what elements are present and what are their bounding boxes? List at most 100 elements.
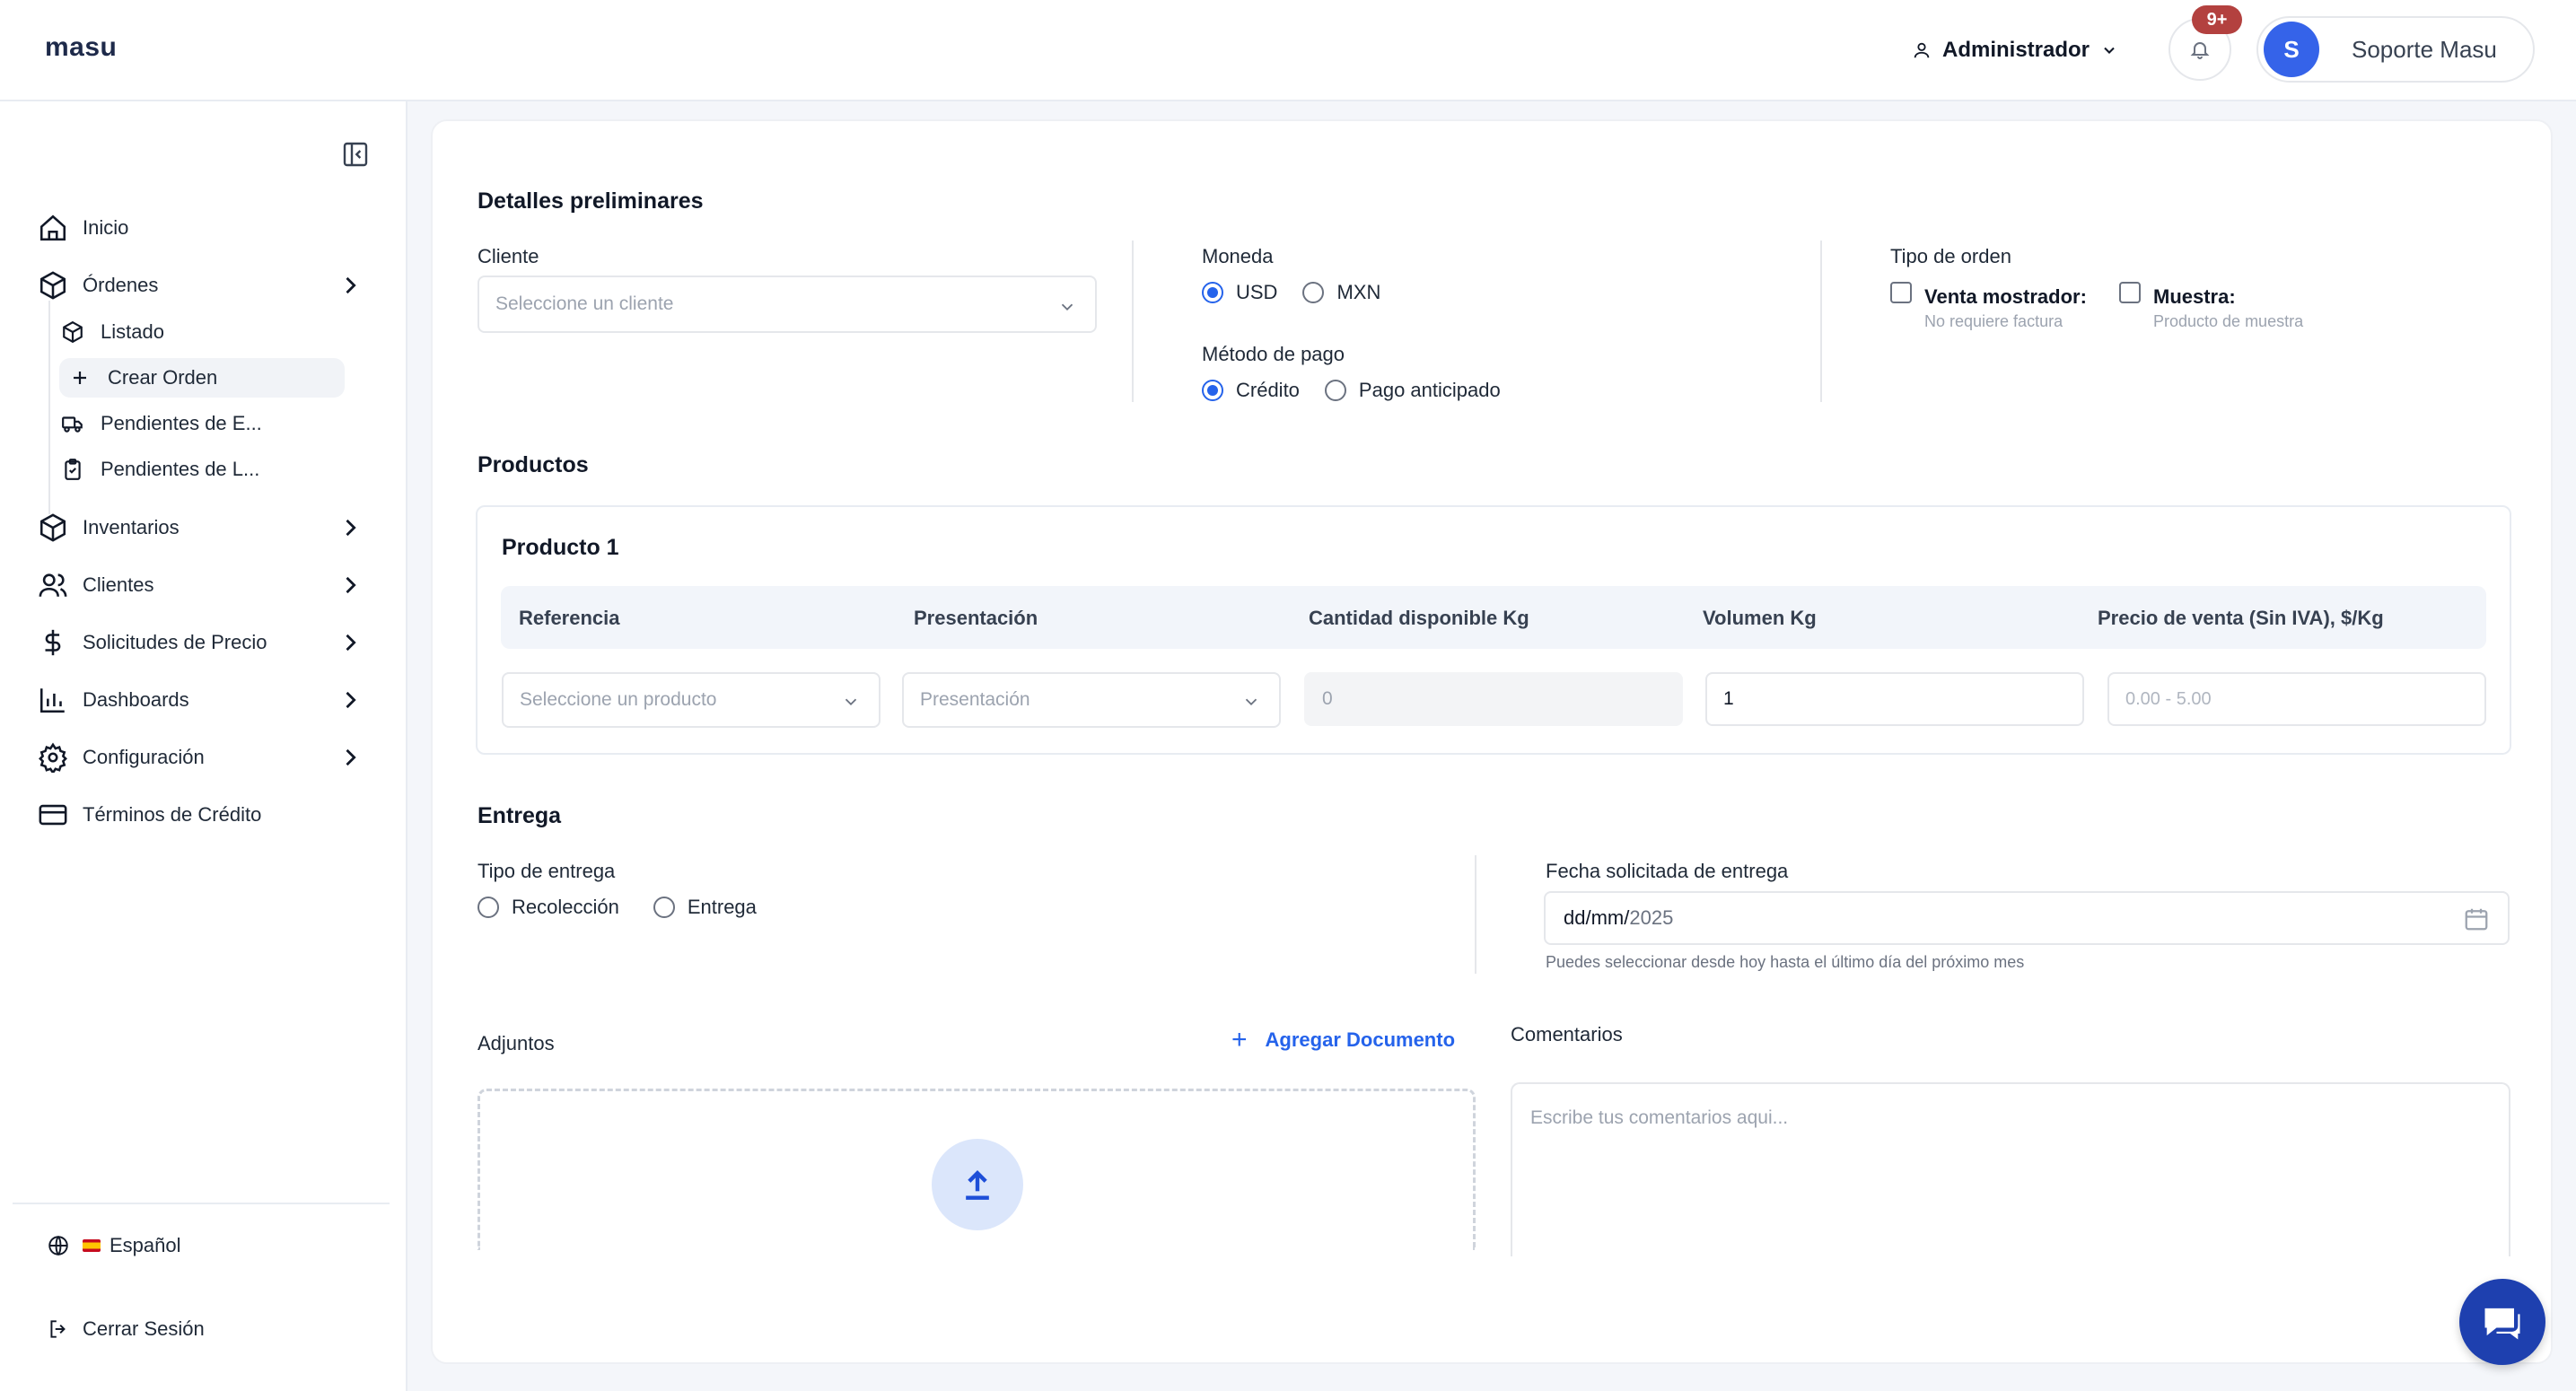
checkbox-muestra[interactable] xyxy=(2119,282,2141,303)
sidebar-item-label: Órdenes xyxy=(83,274,159,296)
delivery-type-label: Tipo de entrega xyxy=(478,860,616,882)
radio-pago-anticipado[interactable] xyxy=(1324,380,1346,401)
sidebar-item-clientes[interactable]: Clientes xyxy=(36,564,356,607)
bar-chart-icon xyxy=(36,683,70,717)
chat-icon xyxy=(2479,1299,2526,1345)
muestra-subtitle: Producto de muestra xyxy=(2153,312,2304,330)
radio-usd[interactable] xyxy=(1202,282,1223,303)
collapse-sidebar-button[interactable] xyxy=(341,140,370,169)
client-label: Cliente xyxy=(478,245,539,267)
language-selector[interactable]: Español xyxy=(47,1234,181,1257)
client-select-placeholder: Seleccione un cliente xyxy=(495,293,674,314)
sidebar-subitem-crear-orden[interactable]: Crear Orden xyxy=(59,358,345,398)
plus-icon xyxy=(66,364,93,391)
box-icon xyxy=(59,319,86,346)
chevron-down-icon xyxy=(2100,41,2118,59)
sidebar-subitem-pendientes-entrega[interactable]: Pendientes de E... xyxy=(59,404,262,443)
date-help-text: Puedes seleccionar desde hoy hasta el úl… xyxy=(1546,953,2025,971)
app-logo[interactable]: masu xyxy=(45,32,117,63)
clipboard-icon xyxy=(59,456,86,483)
sidebar-item-terminos-credito[interactable]: Términos de Crédito xyxy=(36,793,261,836)
radio-mxn[interactable] xyxy=(1302,282,1325,303)
client-select[interactable]: Seleccione un cliente xyxy=(478,276,1097,333)
delivery-radio-group: Recolección Entrega xyxy=(478,896,757,919)
sidebar-subitem-pendientes-l[interactable]: Pendientes de L... xyxy=(59,450,259,489)
sidebar-item-label: Términos de Crédito xyxy=(83,803,262,826)
payment-method-label: Método de pago xyxy=(1202,343,1345,365)
column-header-presentacion: Presentación xyxy=(914,607,1038,629)
radio-entrega[interactable] xyxy=(653,897,675,918)
radio-credito[interactable] xyxy=(1202,380,1223,401)
sidebar-subitem-listado[interactable]: Listado xyxy=(59,312,164,352)
sidebar-subitem-label: Pendientes de L... xyxy=(101,458,260,480)
section-title-products: Productos xyxy=(478,452,589,477)
language-label: Español xyxy=(110,1234,181,1256)
presentation-select-placeholder: Presentación xyxy=(920,689,1030,710)
venta-mostrador-subtitle: No requiere factura xyxy=(1924,312,2063,330)
section-title-preliminary: Detalles preliminares xyxy=(478,188,704,214)
sidebar-subitem-label: Pendientes de E... xyxy=(101,412,262,434)
logout-button[interactable]: Cerrar Sesión xyxy=(47,1317,205,1341)
spain-flag-icon xyxy=(83,1239,101,1252)
chevron-right-icon xyxy=(337,573,363,598)
calendar-icon[interactable] xyxy=(2463,905,2490,932)
chevron-down-icon xyxy=(1057,297,1077,317)
chevron-right-icon xyxy=(337,273,363,298)
radio-recoleccion-label: Recolección xyxy=(512,896,619,918)
chevron-right-icon xyxy=(337,630,363,655)
radio-mxn-label: MXN xyxy=(1336,281,1381,303)
chevron-down-icon xyxy=(841,692,861,712)
users-icon xyxy=(36,568,70,602)
sidebar-item-inventarios[interactable]: Inventarios xyxy=(36,506,356,549)
delivery-date-input[interactable]: dd/mm/ 2025 xyxy=(1544,891,2510,945)
sidebar-collapse-icon xyxy=(343,142,368,167)
chevron-right-icon xyxy=(337,515,363,540)
tree-line xyxy=(48,301,50,514)
order-type-label: Tipo de orden xyxy=(1890,245,2011,267)
column-header-cantidad: Cantidad disponible Kg xyxy=(1309,607,1529,629)
currency-label: Moneda xyxy=(1202,245,1274,267)
comments-textarea[interactable]: Escribe tus comentarios aqui... xyxy=(1511,1082,2510,1256)
radio-usd-label: USD xyxy=(1236,281,1278,303)
presentation-select[interactable]: Presentación xyxy=(902,672,1281,728)
logout-icon xyxy=(47,1317,70,1341)
sidebar-subitem-label: Listado xyxy=(101,320,164,343)
column-header-referencia: Referencia xyxy=(519,607,620,629)
sidebar-item-label: Inicio xyxy=(83,216,129,239)
radio-recoleccion[interactable] xyxy=(478,897,499,918)
role-selector[interactable]: Administrador xyxy=(1912,32,2118,68)
sidebar-item-inicio[interactable]: Inicio xyxy=(36,206,128,249)
sidebar-item-solicitudes-precio[interactable]: Solicitudes de Precio xyxy=(36,621,356,664)
chevron-right-icon xyxy=(337,687,363,713)
sidebar-item-label: Solicitudes de Precio xyxy=(83,631,267,653)
box-icon xyxy=(36,511,70,545)
radio-pago-anticipado-label: Pago anticipado xyxy=(1358,379,1501,401)
column-header-precio: Precio de venta (Sin IVA), $/Kg xyxy=(2098,607,2384,629)
venta-mostrador-label: Venta mostrador: xyxy=(1924,285,2087,308)
currency-radio-group: USD MXN xyxy=(1202,281,1380,304)
divider xyxy=(1132,241,1134,402)
user-menu-button[interactable]: S Soporte Masu xyxy=(2256,16,2535,83)
truck-icon xyxy=(59,410,86,437)
notifications-badge: 9+ xyxy=(2192,5,2242,34)
checkbox-venta-mostrador[interactable] xyxy=(1890,282,1912,303)
add-document-button[interactable]: + Agregar Documento xyxy=(1231,1027,1455,1054)
sidebar-item-ordenes[interactable]: Órdenes xyxy=(36,264,356,307)
chat-support-button[interactable] xyxy=(2459,1279,2545,1365)
sidebar: Inicio Órdenes Listado Crear Orden Pendi… xyxy=(0,101,407,1391)
sidebar-item-configuracion[interactable]: Configuración xyxy=(36,736,356,779)
sidebar-item-label: Inventarios xyxy=(83,516,180,538)
upload-icon xyxy=(958,1165,997,1204)
user-name: Soporte Masu xyxy=(2352,35,2497,63)
price-input[interactable]: 0.00 - 5.00 xyxy=(2107,672,2486,726)
column-header-volumen: Volumen Kg xyxy=(1703,607,1817,629)
sidebar-item-label: Dashboards xyxy=(83,688,189,711)
sidebar-item-dashboards[interactable]: Dashboards xyxy=(36,678,356,722)
globe-icon xyxy=(47,1234,70,1257)
volume-input[interactable]: 1 xyxy=(1705,672,2084,726)
top-bar: masu Administrador 9+ S Soporte Masu xyxy=(0,0,2576,101)
upload-button[interactable] xyxy=(932,1139,1023,1230)
avatar: S xyxy=(2264,22,2319,77)
user-icon xyxy=(1912,40,1932,60)
product-select[interactable]: Seleccione un producto xyxy=(502,672,881,728)
